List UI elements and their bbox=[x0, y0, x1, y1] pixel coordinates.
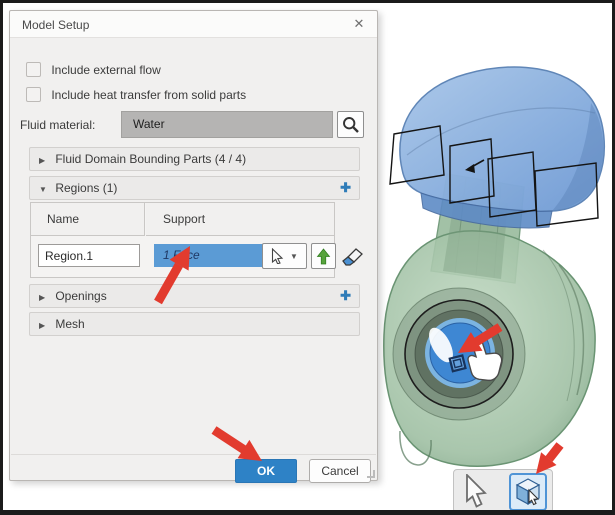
dialog-title: Model Setup bbox=[22, 18, 90, 32]
checkbox-external-flow[interactable] bbox=[26, 62, 41, 78]
cursor-icon bbox=[271, 248, 284, 264]
add-region-icon[interactable]: ✚ bbox=[340, 177, 351, 199]
region-support-value[interactable]: 1 Face bbox=[154, 244, 264, 267]
chevron-down-icon: ▼ bbox=[39, 185, 47, 194]
close-icon[interactable]: ✕ bbox=[350, 15, 368, 33]
checkbox-label: Include heat transfer from solid parts bbox=[51, 87, 247, 102]
cancel-button[interactable]: Cancel bbox=[309, 459, 371, 483]
section-bounding-parts[interactable]: ▶ Fluid Domain Bounding Parts (4 / 4) bbox=[29, 147, 360, 171]
fluid-material-field[interactable]: Water bbox=[121, 111, 333, 138]
region-name-input[interactable] bbox=[38, 244, 140, 267]
section-label: Openings bbox=[55, 289, 107, 303]
select-body-tool-button[interactable] bbox=[509, 473, 547, 510]
section-label: Mesh bbox=[55, 317, 85, 331]
model-cap bbox=[399, 66, 606, 229]
app-window: Model Setup ✕ Include external flow Incl… bbox=[0, 0, 615, 515]
section-label: Regions (1) bbox=[55, 181, 118, 195]
cube-select-icon bbox=[515, 478, 541, 506]
checkbox-row-external-flow[interactable]: Include external flow bbox=[26, 62, 161, 78]
dialog-titlebar[interactable]: Model Setup ✕ bbox=[10, 11, 377, 38]
material-search-button[interactable] bbox=[337, 111, 364, 138]
chevron-right-icon: ▶ bbox=[39, 156, 46, 165]
footer-divider bbox=[11, 454, 376, 455]
clear-selection-button[interactable] bbox=[340, 245, 364, 267]
checkbox-heat-transfer[interactable] bbox=[26, 87, 41, 103]
column-header-support: Support bbox=[146, 203, 334, 236]
model-setup-dialog: Model Setup ✕ Include external flow Incl… bbox=[9, 10, 378, 483]
fluid-material-label: Fluid material: bbox=[20, 118, 96, 132]
checkbox-row-heat-transfer[interactable]: Include heat transfer from solid parts bbox=[26, 87, 246, 103]
ok-button[interactable]: OK bbox=[235, 459, 297, 483]
model-opening[interactable] bbox=[392, 287, 526, 421]
section-mesh[interactable]: ▶ Mesh bbox=[29, 312, 360, 336]
chevron-right-icon: ▶ bbox=[39, 293, 46, 302]
checkbox-label: Include external flow bbox=[51, 62, 161, 77]
propagate-selection-button[interactable] bbox=[311, 243, 336, 269]
chevron-down-icon: ▼ bbox=[290, 251, 298, 261]
section-openings[interactable]: ▶ Openings ✚ bbox=[29, 284, 360, 308]
section-label: Fluid Domain Bounding Parts (4 / 4) bbox=[55, 152, 247, 166]
column-header-name: Name bbox=[31, 203, 145, 236]
selection-tool-dropdown[interactable]: ▼ bbox=[262, 243, 307, 269]
add-opening-icon[interactable]: ✚ bbox=[340, 285, 351, 307]
selection-mode-toolbar bbox=[453, 469, 553, 510]
section-regions[interactable]: ▼ Regions (1) ✚ bbox=[29, 176, 360, 200]
eraser-icon bbox=[342, 248, 363, 266]
search-icon bbox=[342, 116, 359, 133]
chevron-right-icon: ▶ bbox=[39, 321, 46, 330]
green-arrow-up-icon bbox=[316, 247, 331, 264]
pointer-tool-icon[interactable] bbox=[463, 474, 489, 508]
resize-grip[interactable] bbox=[367, 470, 375, 478]
